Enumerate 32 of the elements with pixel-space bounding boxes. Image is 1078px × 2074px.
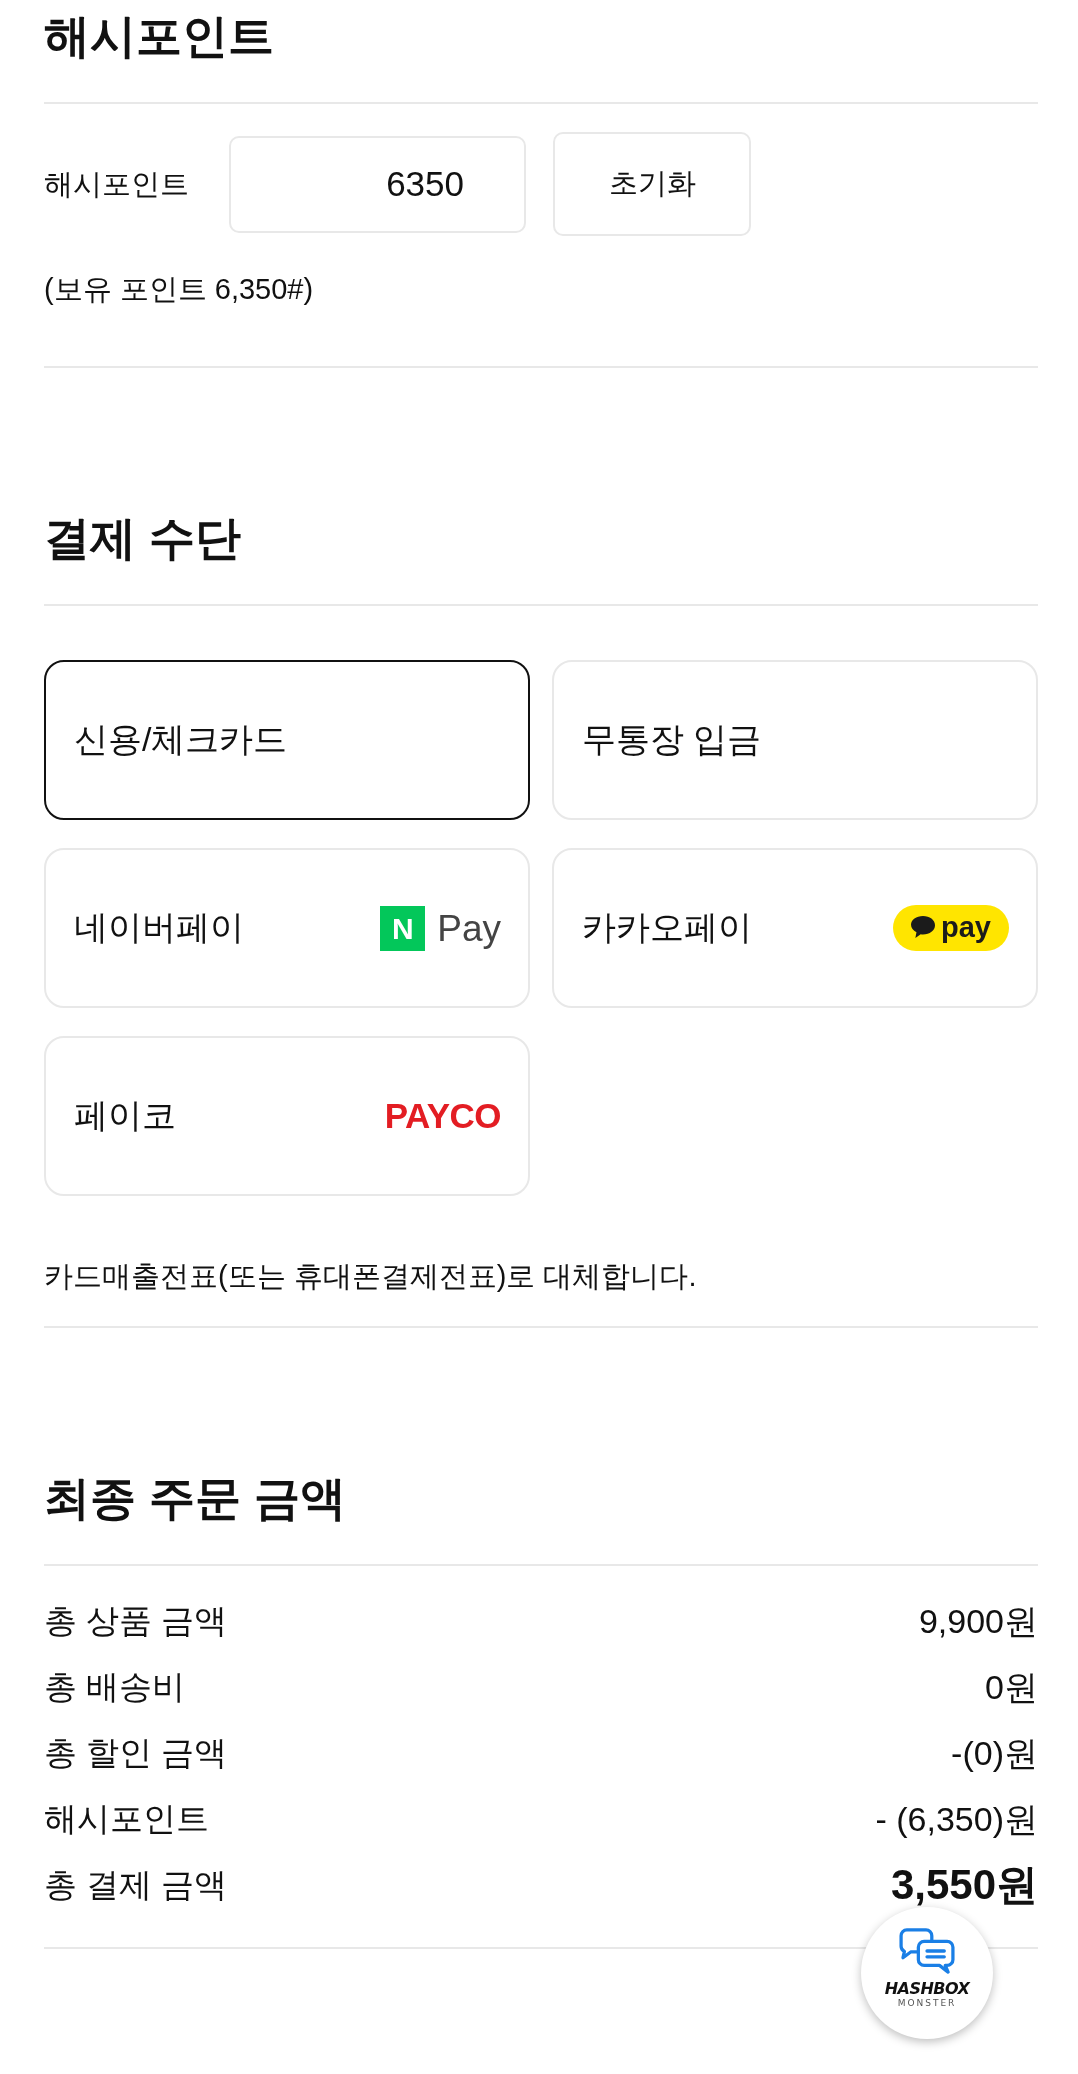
payment-method-option[interactable]: 무통장 입금 bbox=[552, 660, 1038, 820]
payment-method-option[interactable]: 카카오페이 pay bbox=[552, 848, 1038, 1008]
summary-label: 총 할인 금액 bbox=[44, 1733, 228, 1773]
summary-label: 해시포인트 bbox=[44, 1799, 209, 1839]
speech-bubble-icon bbox=[911, 915, 935, 938]
chat-button[interactable]: HASHBOX MONSTER bbox=[861, 1907, 993, 2039]
n-logo-tile: N bbox=[380, 905, 426, 951]
logo-wordmark: pay bbox=[941, 909, 991, 945]
summary-value: 9,900원 bbox=[918, 1601, 1038, 1642]
section-title: 결제 수단 bbox=[44, 511, 241, 566]
summary-label: 총 배송비 bbox=[44, 1667, 186, 1707]
payment-method-option[interactable]: 페이코 PAYCO bbox=[44, 1036, 530, 1196]
payment-method-option[interactable]: 신용/체크카드 bbox=[44, 660, 530, 820]
summary-value: 0원 bbox=[985, 1667, 1038, 1708]
reset-button[interactable]: 초기화 bbox=[553, 132, 751, 236]
summary-label: 총 결제 금액 bbox=[44, 1865, 228, 1905]
payment-method-option[interactable]: 네이버페이 N Pay bbox=[44, 848, 530, 1008]
section-title: 최종 주문 금액 bbox=[44, 1471, 346, 1526]
points-input[interactable]: 6350 bbox=[229, 135, 526, 233]
receipt-note: 카드매출전표(또는 휴대폰결제전표)로 대체합니다. bbox=[44, 1259, 697, 1294]
logo-subtext: MONSTER bbox=[897, 1998, 957, 2009]
summary-value: - (6,350)원 bbox=[875, 1799, 1038, 1840]
field-label: 해시포인트 bbox=[44, 167, 189, 202]
total-amount: 3,550원 bbox=[890, 1860, 1038, 1910]
summary-value: -(0)원 bbox=[951, 1733, 1038, 1774]
logo-wordmark: HASHBOX bbox=[884, 1980, 970, 1998]
balance-note: (보유 포인트 6,350#) bbox=[44, 272, 314, 307]
section-title: 해시포인트 bbox=[44, 9, 274, 64]
chat-bubbles-icon bbox=[898, 1927, 956, 1975]
logo-wordmark: Pay bbox=[437, 906, 501, 951]
summary-label: 총 상품 금액 bbox=[44, 1601, 228, 1641]
logo-wordmark: PAYCO bbox=[384, 1096, 501, 1136]
